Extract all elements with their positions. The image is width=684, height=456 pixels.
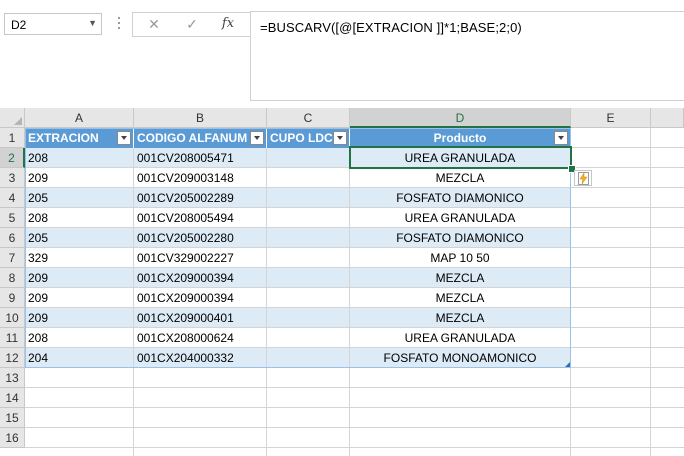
enter-icon[interactable]: ✓	[181, 14, 203, 34]
active-cell-d2[interactable]	[349, 146, 572, 169]
column-header-c[interactable]: C	[267, 108, 350, 128]
header-label: CODIGO ALFANUM	[137, 131, 248, 145]
table-cell[interactable]: 205	[25, 188, 133, 207]
column-header-f[interactable]	[651, 108, 684, 128]
table-header-producto[interactable]: Producto	[350, 128, 571, 148]
table-cell[interactable]: FOSFATO DIAMONICO	[350, 228, 570, 247]
gridline	[25, 367, 684, 368]
table-cell[interactable]	[267, 288, 349, 307]
table-cell[interactable]: MAP 10 50	[350, 248, 570, 267]
table-header-extracion[interactable]: EXTRACION	[25, 128, 134, 148]
spreadsheet-grid: A B C D E 1 2 3 4 5 6 7 8 9 10 11 12 13 14 15 16 EXTRAC…	[0, 108, 684, 456]
table-cell[interactable]: 001CV205002280	[134, 228, 266, 247]
column-header-d[interactable]: D	[350, 108, 571, 128]
table-cell[interactable]: 001CX209000394	[134, 288, 266, 307]
table-cell[interactable]: 001CV208005494	[134, 208, 266, 227]
table-cell[interactable]: UREA GRANULADA	[350, 328, 570, 347]
row-header-2[interactable]: 2	[0, 148, 25, 168]
header-label: Producto	[433, 131, 487, 145]
select-all-button[interactable]	[0, 108, 25, 128]
row-header-13[interactable]: 13	[0, 368, 25, 388]
table-cell[interactable]	[267, 348, 349, 367]
gridline	[25, 447, 684, 448]
table-cell[interactable]: 001CX208000624	[134, 328, 266, 347]
flash-fill-options-icon[interactable]	[574, 170, 592, 186]
table-cell[interactable]: 001CV329002227	[134, 248, 266, 267]
table-cell[interactable]	[267, 188, 349, 207]
row-header-4[interactable]: 4	[0, 188, 25, 208]
table-cell[interactable]: 209	[25, 288, 133, 307]
table-cell[interactable]: UREA GRANULADA	[350, 208, 570, 227]
row-header-11[interactable]: 11	[0, 328, 25, 348]
table-cell[interactable]: 001CX209000401	[134, 308, 266, 327]
table-cell[interactable]: MEZCLA	[350, 168, 570, 187]
table-header-codigo-alfanum[interactable]: CODIGO ALFANUM	[134, 128, 267, 148]
table-cell[interactable]: 001CX204000332	[134, 348, 266, 367]
row-header-6[interactable]: 6	[0, 228, 25, 248]
table-cell[interactable]	[267, 328, 349, 347]
name-box-value: D2	[11, 18, 27, 32]
cancel-icon[interactable]: ✕	[143, 14, 165, 34]
row-header-10[interactable]: 10	[0, 308, 25, 328]
filter-dropdown-icon[interactable]	[117, 131, 131, 145]
drag-handle-icon[interactable]	[117, 14, 121, 34]
table-cell[interactable]: FOSFATO MONOAMONICO	[350, 348, 570, 367]
filter-dropdown-icon[interactable]	[250, 131, 264, 145]
name-box[interactable]: D2 ▼	[4, 13, 102, 35]
table-cell[interactable]	[267, 148, 349, 167]
formula-input[interactable]: =BUSCARV([@[EXTRACION ]]*1;BASE;2;0)	[250, 11, 684, 101]
gridline	[25, 427, 684, 428]
table-cell[interactable]	[267, 308, 349, 327]
header-label: EXTRACION	[28, 131, 99, 145]
table-cell[interactable]: MEZCLA	[350, 308, 570, 327]
formula-text: =BUSCARV([@[EXTRACION ]]*1;BASE;2;0)	[260, 20, 522, 35]
column-header-e[interactable]: E	[571, 108, 651, 128]
table-cell[interactable]: 208	[25, 148, 133, 167]
table-cell[interactable]: 329	[25, 248, 133, 267]
table-cell[interactable]: MEZCLA	[350, 288, 570, 307]
row-header-12[interactable]: 12	[0, 348, 25, 368]
column-header-a[interactable]: A	[25, 108, 134, 128]
table-cell[interactable]: 208	[25, 328, 133, 347]
table-cell[interactable]: 001CV208005471	[134, 148, 266, 167]
table-cell[interactable]: 001CX209000394	[134, 268, 266, 287]
gridline	[25, 407, 684, 408]
row-header-9[interactable]: 9	[0, 288, 25, 308]
table-cell[interactable]	[267, 228, 349, 247]
insert-function-icon[interactable]: fx	[217, 14, 239, 34]
row-header-14[interactable]: 14	[0, 388, 25, 408]
row-header-15[interactable]: 15	[0, 408, 25, 428]
table-cell[interactable]	[267, 268, 349, 287]
table-cell[interactable]: 001CV205002289	[134, 188, 266, 207]
row-header-5[interactable]: 5	[0, 208, 25, 228]
filter-dropdown-icon[interactable]	[333, 131, 347, 145]
table-cell[interactable]	[267, 248, 349, 267]
row-header-16[interactable]: 16	[0, 428, 25, 448]
table-cell[interactable]: 204	[25, 348, 133, 367]
gridline	[25, 387, 684, 388]
table-cell[interactable]	[267, 208, 349, 227]
table-cell[interactable]: FOSFATO DIAMONICO	[350, 188, 570, 207]
filter-dropdown-icon[interactable]	[554, 131, 568, 145]
header-label: CUPO LDC	[270, 131, 333, 145]
table-cell[interactable]	[267, 168, 349, 187]
column-header-b[interactable]: B	[134, 108, 267, 128]
table-resize-handle[interactable]	[565, 362, 570, 367]
table-cell[interactable]: 209	[25, 268, 133, 287]
table-header-cupo-ldc[interactable]: CUPO LDC	[267, 128, 350, 148]
row-header-3[interactable]: 3	[0, 168, 25, 188]
table-cell[interactable]: MEZCLA	[350, 268, 570, 287]
table-cell[interactable]: 208	[25, 208, 133, 227]
table-cell[interactable]: 209	[25, 308, 133, 327]
table-cell[interactable]: 205	[25, 228, 133, 247]
row-header-1[interactable]: 1	[0, 128, 25, 148]
table-cell[interactable]: 001CV209003148	[134, 168, 266, 187]
row-header-8[interactable]: 8	[0, 268, 25, 288]
chevron-down-icon[interactable]: ▼	[88, 18, 97, 28]
table-cell[interactable]: 209	[25, 168, 133, 187]
formula-area: D2 ▼ ✕ ✓ fx =BUSCARV([@[EXTRACION ]]*1;B…	[0, 0, 684, 108]
row-header-7[interactable]: 7	[0, 248, 25, 268]
